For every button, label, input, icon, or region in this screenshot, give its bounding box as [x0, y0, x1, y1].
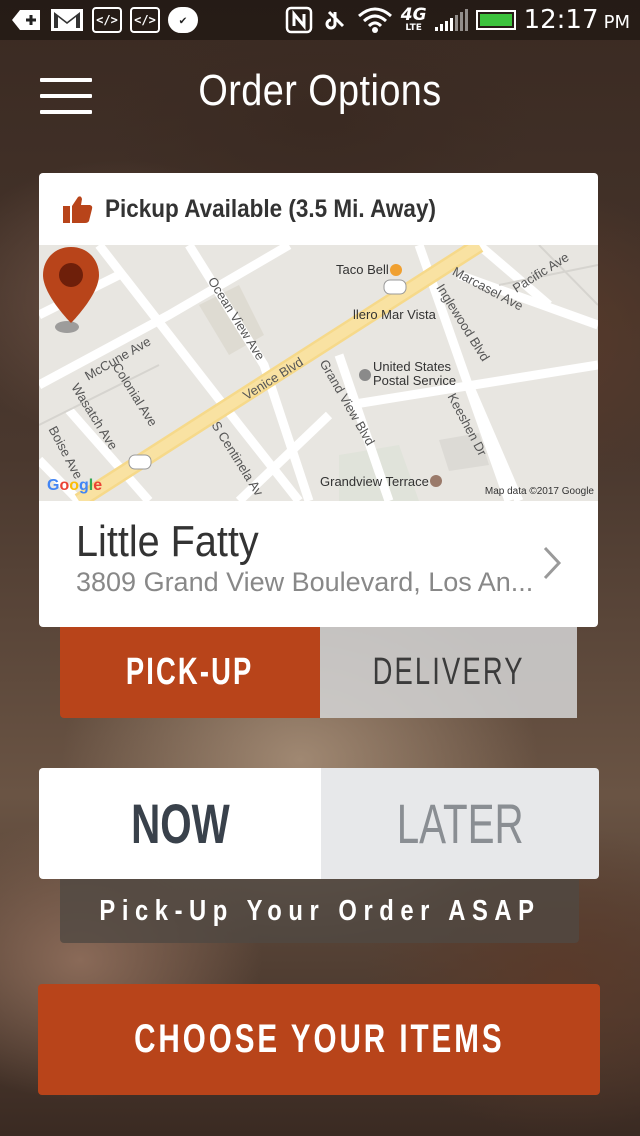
location-pin-icon	[43, 247, 99, 333]
location-card: Pickup Available (3.5 Mi. Away) Taco Bel…	[39, 173, 598, 627]
pickup-option[interactable]: PICK-UP	[60, 627, 320, 718]
order-type-toggle: PICK-UP DELIVERY	[60, 627, 577, 718]
later-option[interactable]: LATER	[321, 768, 599, 879]
nfc-icon	[285, 6, 313, 34]
now-option[interactable]: NOW	[39, 768, 321, 879]
store-row[interactable]: Little Fatty 3809 Grand View Boulevard, …	[39, 501, 598, 627]
google-logo: Google	[47, 477, 103, 494]
network-type: 4G LTE	[400, 5, 427, 33]
timing-note: Pick-Up Your Order ASAP	[60, 879, 579, 943]
pickup-availability: Pickup Available (3.5 Mi. Away)	[39, 173, 598, 245]
pickup-availability-text: Pickup Available (3.5 Mi. Away)	[105, 194, 436, 223]
status-bar: </> </> ✔ 4G LTE 12:17 PM	[0, 0, 640, 40]
chevron-right-icon	[543, 546, 562, 580]
choose-items-button[interactable]: CHOOSE YOUR ITEMS	[38, 984, 600, 1095]
store-name: Little Fatty	[76, 517, 259, 566]
code-icon: </>	[92, 7, 122, 33]
wifi-icon	[357, 7, 392, 33]
map-poi-label: llero Mar Vista	[353, 307, 436, 322]
signal-icon	[434, 9, 468, 31]
gmail-icon	[51, 9, 83, 31]
thumbs-up-icon	[63, 196, 93, 223]
check-icon: ✔	[168, 7, 198, 33]
plus-icon	[12, 10, 40, 30]
map-poi-label: United States	[373, 359, 452, 374]
map[interactable]: Taco Bell llero Mar Vista United States …	[39, 245, 598, 501]
delivery-option[interactable]: DELIVERY	[320, 627, 577, 718]
map-poi-label: Grandview Terrace	[320, 474, 429, 489]
map-poi-label: Postal Service	[373, 373, 457, 388]
battery-icon	[475, 10, 516, 30]
code-icon: </>	[130, 7, 160, 33]
store-address: 3809 Grand View Boulevard, Los An...	[76, 567, 534, 597]
map-attribution: Map data ©2017 Google	[484, 486, 594, 497]
mute-icon	[325, 10, 344, 30]
timing-toggle: NOW LATER	[39, 768, 599, 879]
page-title: Order Options	[198, 66, 442, 115]
clock: 12:17 PM	[523, 5, 630, 35]
map-poi-label: Taco Bell	[336, 262, 389, 277]
